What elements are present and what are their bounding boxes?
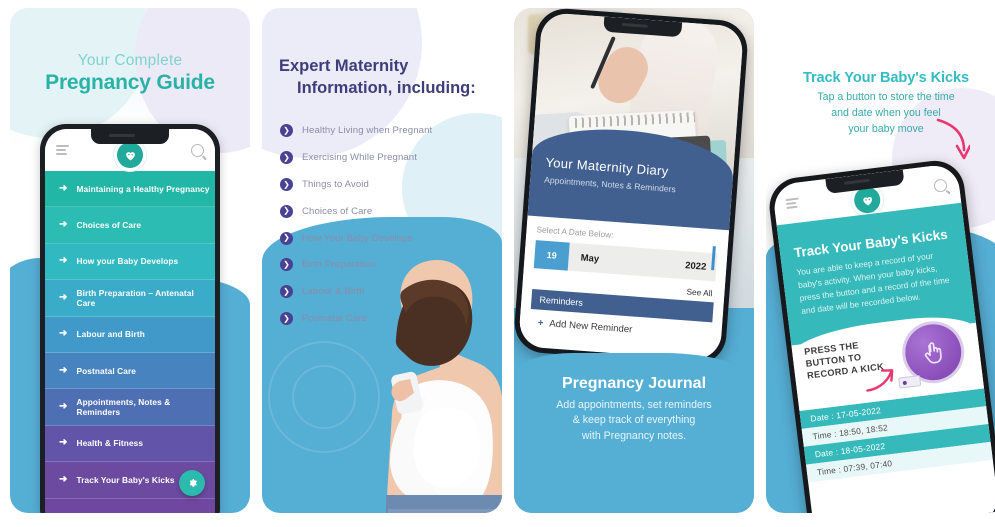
list-item[interactable]: ❯ Exercising While Pregnant [280,144,502,171]
plus-icon: + [537,317,544,329]
panel-expert-maternity-information[interactable]: Expert Maternity Information, including:… [262,8,502,513]
headline-main: Pregnancy Guide [45,71,215,94]
arrow-right-icon: ➜ [59,328,68,340]
panel-3-caption: Pregnancy Journal Add appointments, set … [514,353,754,513]
curved-arrow-down-icon [936,118,970,160]
sidebar-item-appointments-notes-reminders[interactable]: ➜ Appointments, Notes & Reminders [45,389,215,426]
menu-item-label: Maintaining a Healthy Pregnancy [76,183,210,194]
chevron-right-circle-icon: ❯ [280,258,293,272]
arrow-right-icon: ➜ [59,473,68,485]
list-item[interactable]: ❯ Healthy Living when Pregnant [280,118,502,145]
arrow-right-icon: ➜ [59,255,68,267]
panel-pregnancy-journal[interactable]: Your Maternity Diary Appointments, Notes… [514,8,754,513]
arrow-right-icon: ➜ [59,437,68,449]
arrow-right-icon: ➜ [59,219,68,231]
sidebar-item-maintaining-healthy-pregnancy[interactable]: ➜ Maintaining a Healthy Pregnancy [45,171,215,208]
chevron-right-circle-icon: ❯ [280,178,293,192]
phone-screen-3: Your Maternity Diary Appointments, Notes… [518,12,744,361]
search-icon[interactable] [933,177,948,193]
chevron-right-circle-icon: ❯ [280,204,293,218]
headline: Track Your Baby's Kicks [802,70,970,86]
phone-mockup-4: Track Your Baby's Kicks You are able to … [766,157,995,513]
main-menu-list: ➜ Maintaining a Healthy Pregnancy ➜ Choi… [45,171,215,513]
hamburger-menu-icon[interactable] [56,143,69,158]
menu-item-label: How your Baby Develops [76,256,179,267]
arrow-right-icon: ➜ [59,401,68,413]
date-picker[interactable]: 19 May 2022 [533,240,718,282]
chevron-right-circle-icon: ❯ [280,231,293,245]
headline-line-1: Expert Maternity [279,57,409,75]
sidebar-item-birth-preparation[interactable]: ➜ Birth Preparation – Antenatal Care [45,280,215,317]
menu-item-label: Postnatal Care [76,365,136,376]
caption-title: Pregnancy Journal [561,375,707,392]
kick-button-tag [898,375,922,389]
panel-2-headline: Expert Maternity Information, including: [262,8,502,100]
menu-item-label: Track Your Baby's Kicks [76,474,175,485]
list-item-label: Exercising While Pregnant [302,152,418,164]
panel-track-baby-kicks[interactable]: Track Your Baby's Kicks Tap a button to … [766,8,995,513]
gear-icon [189,478,197,487]
arrow-right-icon: ➜ [59,182,68,194]
sidebar-item-postnatal-care[interactable]: ➜ Postnatal Care [45,352,215,390]
curved-arrow-up-right-icon [866,369,894,392]
caption-body: Add appointments, set reminders & keep t… [556,399,712,442]
list-item-label: Healthy Living when Pregnant [302,125,433,137]
menu-item-label: Appointments, Notes & Reminders [76,397,171,418]
sidebar-item-labour-and-birth[interactable]: ➜ Labour and Birth [45,316,215,353]
chevron-right-circle-icon: ❯ [280,285,293,299]
arrow-right-icon: ➜ [59,291,68,303]
chevron-right-circle-icon: ❯ [280,151,293,165]
sidebar-item-how-your-baby-develops[interactable]: ➜ How your Baby Develops [45,243,215,281]
chevron-right-circle-icon: ❯ [280,124,293,138]
phone-mockup-1: ➜ Maintaining a Healthy Pregnancy ➜ Choi… [40,124,220,513]
baby-heart-logo-icon [117,142,143,168]
app-store-screenshot-gallery: Your Complete Pregnancy Guide ➜ Maintain… [0,0,995,527]
menu-item-label: Labour and Birth [76,329,145,340]
headline-line-2: Information, including: [297,78,476,97]
list-item-label: Labour & Birth [302,286,365,298]
pregnant-woman-photo [386,260,502,513]
hamburger-menu-icon[interactable] [785,195,800,211]
settings-fab-button[interactable] [179,470,205,496]
date-day[interactable]: 19 [533,240,570,271]
menu-item-label: Choices of Care [76,220,142,231]
diary-body: Select A Date Below: 19 May 2022 See All… [519,215,730,342]
list-item[interactable]: ❯ Things to Avoid [280,171,502,198]
panel-pregnancy-guide[interactable]: Your Complete Pregnancy Guide ➜ Maintain… [10,8,250,513]
kicks-body: You are able to keep a record of your ba… [795,250,950,317]
phone-mockup-3: Your Maternity Diary Appointments, Notes… [514,8,750,367]
phone-screen-1: ➜ Maintaining a Healthy Pregnancy ➜ Choi… [45,129,215,513]
sidebar-item-choices-of-care[interactable]: ➜ Choices of Care [45,207,215,244]
tap-hand-icon [924,342,942,364]
phone-screen-4: Track Your Baby's Kicks You are able to … [771,163,995,513]
phone-notch [91,129,169,144]
headline-top: Your Complete [77,52,183,69]
list-item-label: Things to Avoid [302,179,369,191]
add-reminder-label: Add New Reminder [548,318,633,336]
date-month[interactable]: May [580,252,599,264]
menu-item-label: Birth Preparation – Antenatal Care [76,287,194,308]
sidebar-item-extra[interactable] [45,498,215,513]
menu-item-label: Health & Fitness [76,438,144,449]
chevron-right-circle-icon: ❯ [280,312,293,325]
panel-1-headline: Your Complete Pregnancy Guide [10,52,250,95]
search-icon[interactable] [191,143,204,157]
sidebar-item-health-and-fitness[interactable]: ➜ Health & Fitness [45,425,215,463]
arrow-right-icon: ➜ [59,364,68,376]
